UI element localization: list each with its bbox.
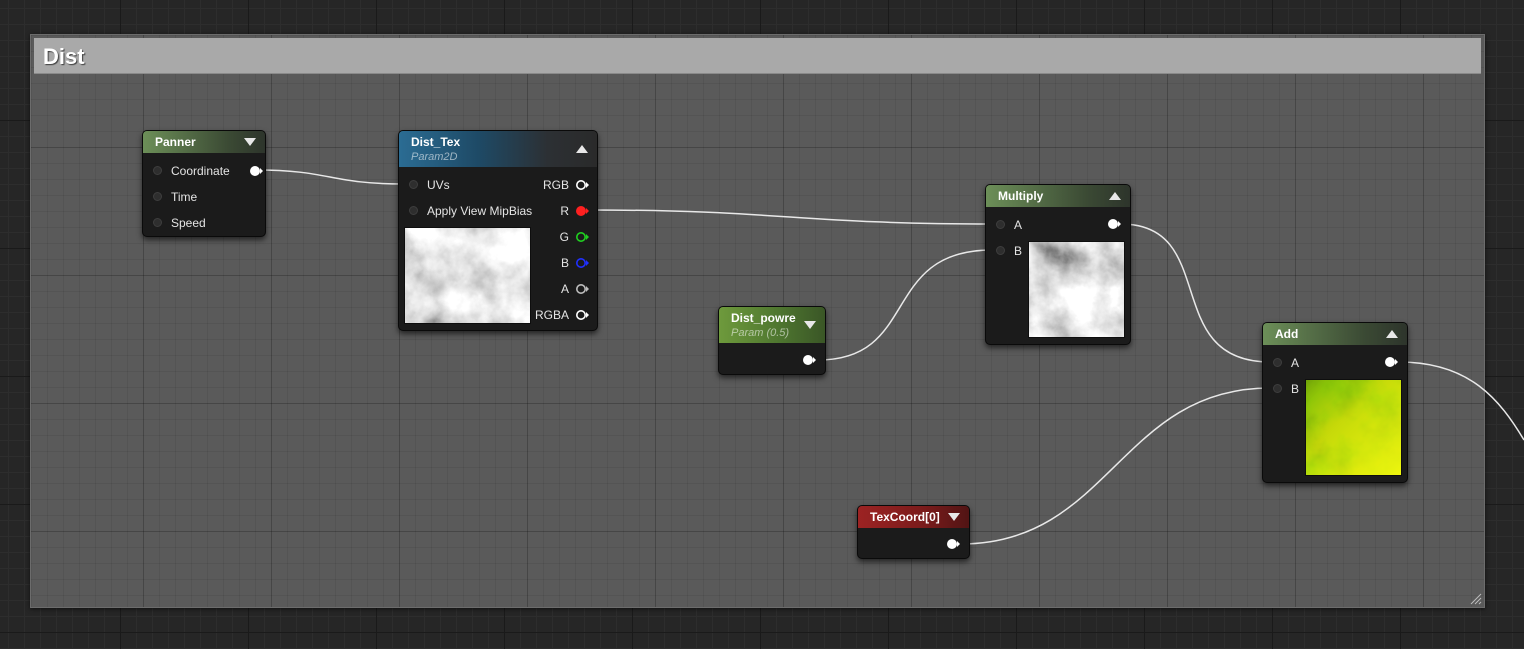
pin-a[interactable]: A [529, 280, 589, 298]
pin-label: UVs [427, 178, 450, 192]
panner-node-header[interactable]: Panner [143, 131, 265, 153]
pin-label: A [1014, 218, 1023, 232]
pin-label: B [560, 256, 569, 270]
texcoord-node[interactable]: TexCoord[0] [857, 505, 970, 559]
comment-title: Dist [43, 44, 85, 69]
input-pin-icon[interactable] [1273, 384, 1282, 393]
dist-tex-node-header[interactable]: Dist_Tex Param2D [399, 131, 597, 167]
pin-rgba[interactable]: RGBA [529, 306, 589, 324]
collapse-arrow-icon[interactable] [1386, 330, 1398, 338]
pin-label: G [559, 230, 569, 244]
dist-powre-node[interactable]: Dist_powre Param (0.5) [718, 306, 826, 375]
output-pin-icon[interactable] [802, 354, 816, 366]
pin-label: A [1291, 356, 1300, 370]
input-pin-icon[interactable] [153, 218, 162, 227]
output-pin-icon[interactable] [575, 257, 589, 269]
dist-tex-node[interactable]: Dist_Tex Param2D UVs Apply View MipBias … [398, 130, 598, 331]
dist-powre-node-header[interactable]: Dist_powre Param (0.5) [719, 307, 825, 343]
add-node[interactable]: Add A B [1262, 322, 1408, 483]
input-pin-icon[interactable] [409, 206, 418, 215]
pin-b[interactable]: B [529, 254, 589, 272]
add-node-header[interactable]: Add [1263, 323, 1407, 345]
input-pin-icon[interactable] [153, 192, 162, 201]
output-pin-icon[interactable] [575, 283, 589, 295]
dist-tex-node-subtitle: Param2D [411, 151, 458, 163]
input-pin-icon[interactable] [996, 220, 1005, 229]
output-pin-icon[interactable] [946, 538, 960, 550]
resize-grip-icon[interactable] [1468, 591, 1482, 605]
expand-arrow-icon[interactable] [804, 321, 816, 329]
pin-label: RGBA [534, 308, 569, 322]
pin-g[interactable]: G [529, 228, 589, 246]
output-pin-icon[interactable] [575, 205, 589, 217]
pin-label: Speed [171, 216, 206, 230]
pin-label: A [560, 282, 569, 296]
output-pin-icon[interactable] [575, 309, 589, 321]
collapse-arrow-icon[interactable] [576, 145, 588, 153]
output-pin-icon[interactable] [575, 179, 589, 191]
input-pin-icon[interactable] [996, 246, 1005, 255]
output-pin-icon[interactable] [1107, 218, 1121, 230]
comment-header[interactable]: Dist [34, 38, 1481, 74]
pin-label: R [560, 204, 569, 218]
multiply-preview [1028, 241, 1125, 338]
input-pin-icon[interactable] [409, 180, 418, 189]
pin-rgb[interactable]: RGB [529, 176, 589, 194]
collapse-arrow-icon[interactable] [1109, 192, 1121, 200]
output-pin-icon[interactable] [575, 231, 589, 243]
add-preview [1305, 379, 1402, 476]
input-pin-icon[interactable] [1273, 358, 1282, 367]
pin-r[interactable]: R [529, 202, 589, 220]
pin-label: Apply View MipBias [427, 204, 533, 218]
pin-label: Coordinate [171, 164, 230, 178]
pin-label: RGB [542, 178, 569, 192]
multiply-node[interactable]: Multiply A B [985, 184, 1131, 345]
multiply-node-header[interactable]: Multiply [986, 185, 1130, 207]
pin-label: B [1014, 244, 1023, 258]
panner-node[interactable]: Panner Coordinate Time Speed [142, 130, 266, 237]
input-pin-icon[interactable] [153, 166, 162, 175]
expand-arrow-icon[interactable] [948, 513, 960, 521]
output-pin-icon[interactable] [1384, 356, 1398, 368]
texture-preview [404, 227, 531, 324]
pin-coordinate[interactable]: Coordinate [151, 162, 263, 180]
texcoord-node-header[interactable]: TexCoord[0] [858, 506, 969, 528]
pin-label: Time [171, 190, 198, 204]
output-pin-icon[interactable] [249, 165, 263, 177]
expand-arrow-icon[interactable] [244, 138, 256, 146]
pin-label: B [1291, 382, 1300, 396]
dist-tex-node-title: Dist_Tex [411, 135, 461, 149]
